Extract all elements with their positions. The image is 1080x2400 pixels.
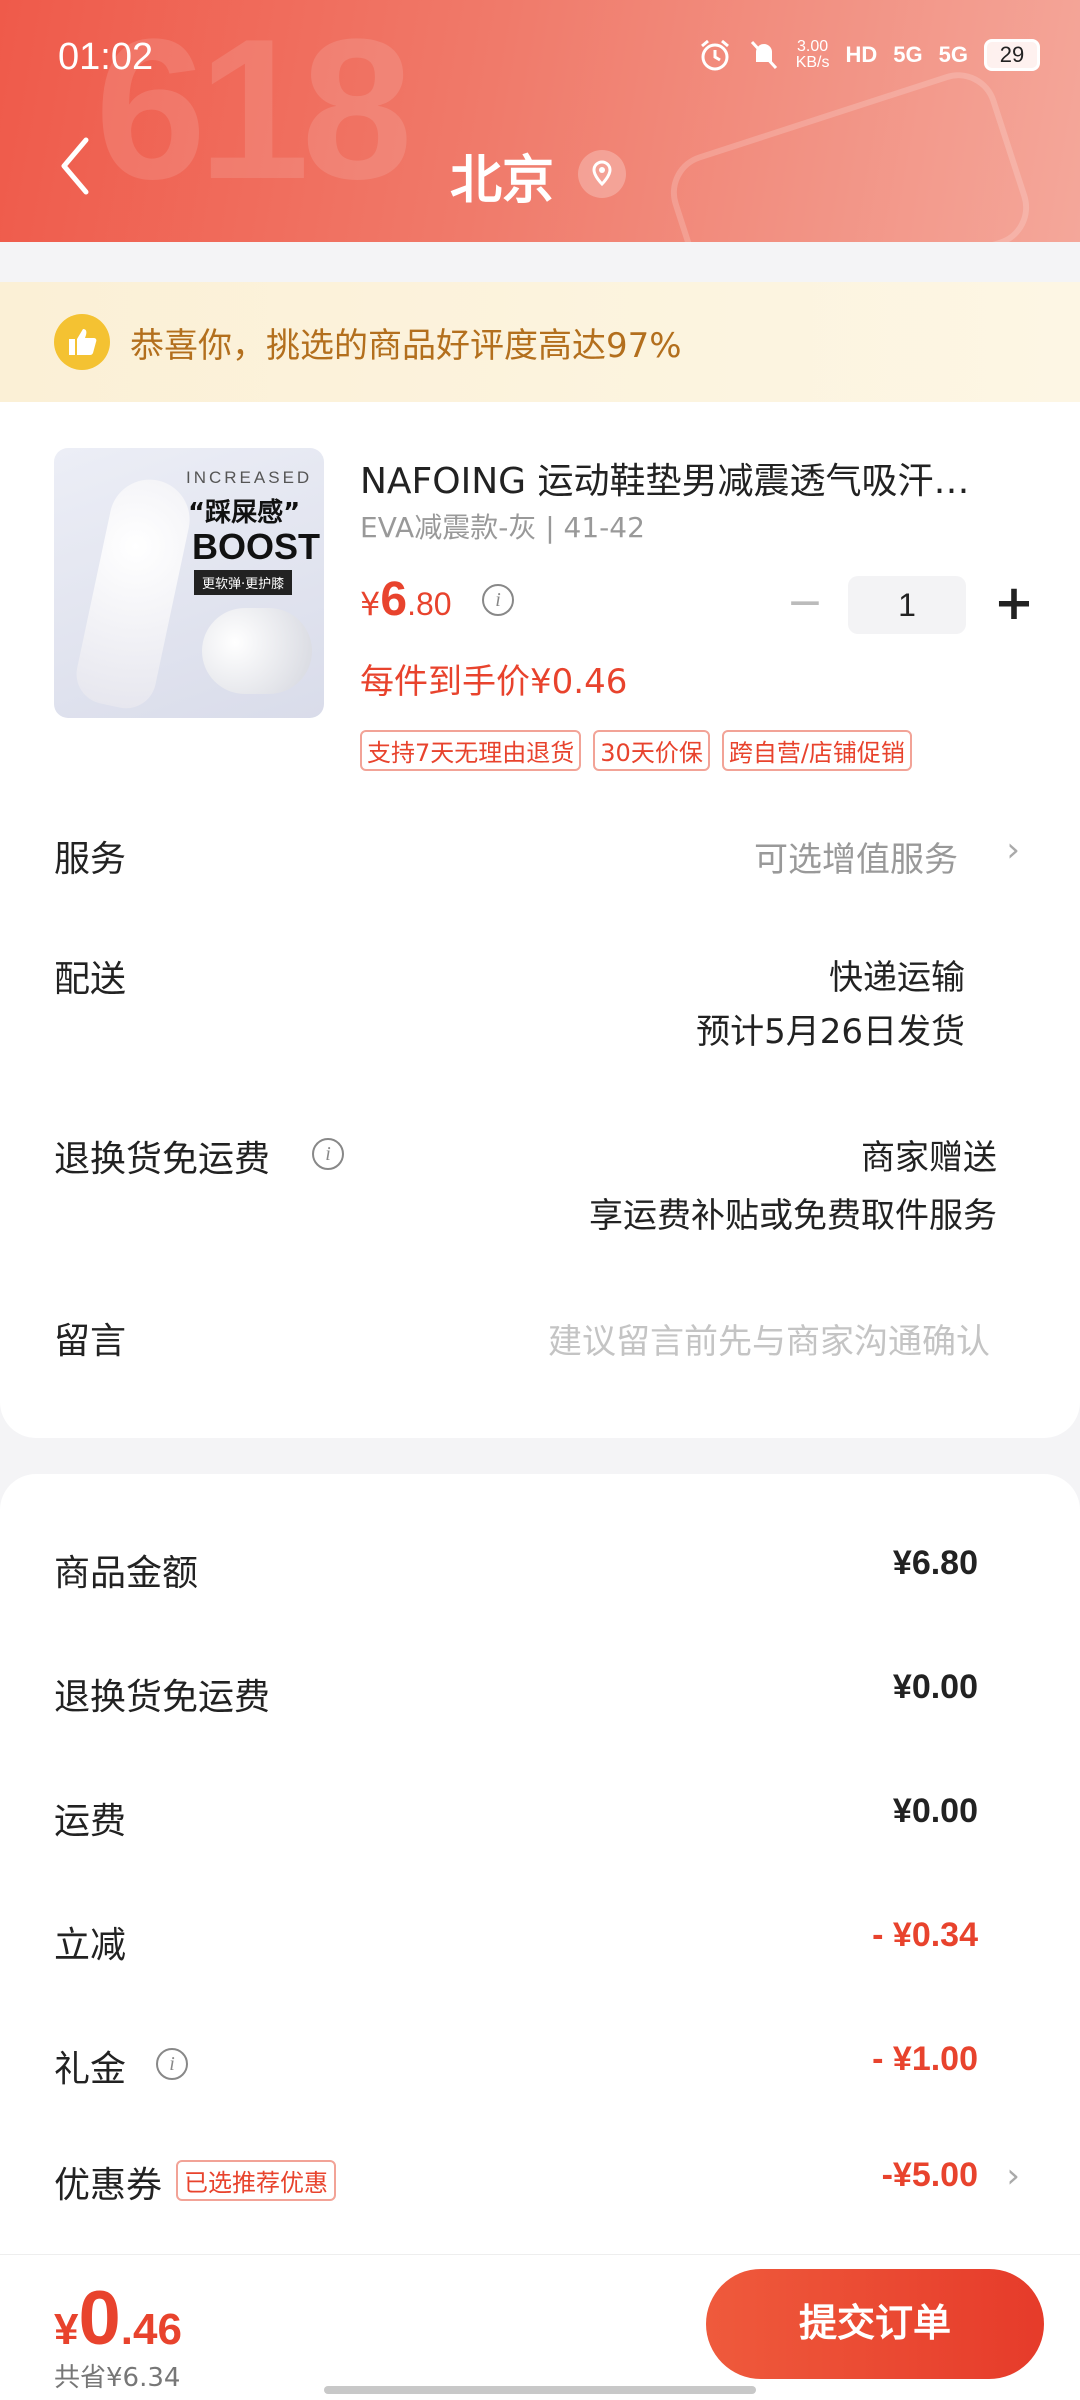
product-item: INCREASED “踩屎感” BOOST 更软弹·更护膝 NAFOING 运动…	[0, 448, 1080, 771]
thumbs-up-icon	[54, 314, 110, 370]
product-spec[interactable]: EVA减震款-灰 | 41-42	[360, 506, 645, 546]
status-time: 01:02	[58, 36, 154, 78]
page-title[interactable]: 北京	[450, 138, 554, 213]
discount-label: 立减	[54, 1925, 127, 1966]
delivery-label: 配送	[54, 959, 127, 1000]
coupon-badge: 已选推荐优惠	[176, 2160, 337, 2201]
battery-icon: 29	[984, 39, 1040, 71]
signal-5g-2: 5G	[938, 42, 968, 67]
return-value: 商家赠送	[861, 1138, 997, 1178]
return-fee-label: 退换货免运费	[54, 1677, 271, 1718]
saved-amount: 共省¥6.34	[54, 2363, 181, 2393]
submit-order-button[interactable]: 提交订单	[706, 2269, 1044, 2379]
location-icon[interactable]	[578, 150, 626, 198]
message-input[interactable]: 建议留言前先与商家沟通确认	[548, 1314, 990, 1363]
signal-5g-1: 5G	[893, 42, 923, 67]
quantity-increase-button[interactable]: +	[984, 577, 1044, 633]
nav-bar: 北京	[0, 120, 1080, 220]
net-speed: 3.00 KB/s	[795, 38, 830, 71]
status-icons: 3.00 KB/s HD 5G 5G 29	[698, 38, 1040, 72]
insole-graphic	[70, 472, 198, 714]
gift-label: 礼金	[54, 2049, 127, 2090]
back-icon[interactable]	[56, 134, 116, 206]
delivery-date: 预计5月26日发货	[696, 1012, 965, 1052]
total-price: ¥0.46	[54, 2276, 182, 2361]
image-text-2: “踩屎感”	[188, 498, 301, 528]
tag-promotion: 跨自营/店铺促销	[721, 730, 912, 771]
home-indicator[interactable]	[324, 2386, 756, 2394]
summary-discount-row: 立减 - ¥0.34	[0, 1916, 1080, 1976]
insole-roll-graphic	[202, 608, 312, 694]
service-label: 服务	[54, 839, 127, 880]
coupon-value: -¥5.00	[881, 2156, 978, 2194]
image-text-3: BOOST	[192, 526, 321, 567]
tag-return: 支持7天无理由退货	[360, 730, 582, 771]
price-summary-card: 商品金额 ¥6.80 退换货免运费 ¥0.00 运费 ¥0.00 立减 - ¥0…	[0, 1474, 1080, 2254]
chevron-right-icon: ›	[1006, 830, 1020, 870]
coupon-label-text: 优惠券	[54, 2165, 163, 2206]
message-label: 留言	[54, 1321, 127, 1362]
gift-value: - ¥1.00	[872, 2040, 978, 2078]
image-text-1: INCREASED	[186, 468, 313, 487]
goods-amount-label: 商品金额	[54, 1553, 199, 1594]
product-price: ¥6.80	[360, 573, 452, 626]
quantity-input[interactable]: 1	[848, 576, 966, 634]
header: 618 01:02 3.00 KB/s HD 5G 5G 29 北京	[0, 0, 1080, 242]
return-fee-value: ¥0.00	[892, 1668, 978, 1706]
goods-amount-value: ¥6.80	[892, 1544, 978, 1582]
return-sub: 享运费补贴或免费取件服务	[589, 1196, 997, 1236]
discount-value: - ¥0.34	[872, 1916, 978, 1954]
shipping-label: 运费	[54, 1801, 127, 1842]
shipping-value: ¥0.00	[892, 1792, 978, 1830]
coupon-label: 优惠券 已选推荐优惠	[54, 2156, 337, 2208]
praise-text: 恭喜你，挑选的商品好评度高达97%	[130, 325, 682, 366]
message-row[interactable]: 留言 建议留言前先与商家沟通确认	[0, 1312, 1080, 1372]
service-value: 可选增值服务	[754, 840, 958, 880]
order-card: 恭喜你，挑选的商品好评度高达97% INCREASED “踩屎感” BOOST …	[0, 282, 1080, 1438]
service-row[interactable]: 服务 可选增值服务 ›	[0, 830, 1080, 890]
price-info-icon[interactable]: i	[482, 584, 514, 616]
summary-return-row: 退换货免运费 ¥0.00	[0, 1668, 1080, 1728]
product-tags: 支持7天无理由退货 30天价保 跨自营/店铺促销	[360, 730, 912, 771]
praise-banner: 恭喜你，挑选的商品好评度高达97%	[0, 282, 1080, 402]
product-title[interactable]: NAFOING 运动鞋垫男减震透气吸汗…	[360, 452, 1020, 504]
product-image[interactable]: INCREASED “踩屎感” BOOST 更软弹·更护膝	[54, 448, 324, 718]
quantity-stepper: − 1 +	[780, 576, 1044, 634]
summary-goods-row: 商品金额 ¥6.80	[0, 1544, 1080, 1604]
return-label: 退换货免运费	[54, 1139, 271, 1180]
alarm-icon	[698, 38, 732, 72]
delivery-method: 快递运输	[829, 958, 965, 998]
delivery-row[interactable]: 配送 快递运输 预计5月26日发货	[0, 950, 1080, 1060]
gift-info-icon[interactable]: i	[156, 2048, 188, 2080]
summary-gift-row: 礼金 i - ¥1.00	[0, 2040, 1080, 2100]
checkout-bar: ¥0.46 共省¥6.34 提交订单	[0, 2254, 1080, 2400]
status-bar: 01:02 3.00 KB/s HD 5G 5G 29	[0, 0, 1080, 110]
image-text-4: 更软弹·更护膝	[194, 570, 293, 595]
mute-icon	[748, 38, 780, 72]
unit-price: 每件到手价¥0.46	[360, 662, 628, 702]
summary-coupon-row[interactable]: 优惠券 已选推荐优惠 -¥5.00 ›	[0, 2156, 1080, 2216]
tag-price-protect: 30天价保	[593, 730, 710, 771]
chevron-right-icon: ›	[1006, 2156, 1020, 2196]
return-shipping-row: 退换货免运费 i 商家赠送 享运费补贴或免费取件服务	[0, 1130, 1080, 1240]
return-info-icon[interactable]: i	[312, 1138, 344, 1170]
summary-shipping-row: 运费 ¥0.00	[0, 1792, 1080, 1852]
hd-icon: HD	[845, 42, 878, 67]
quantity-decrease-button[interactable]: −	[780, 577, 830, 633]
